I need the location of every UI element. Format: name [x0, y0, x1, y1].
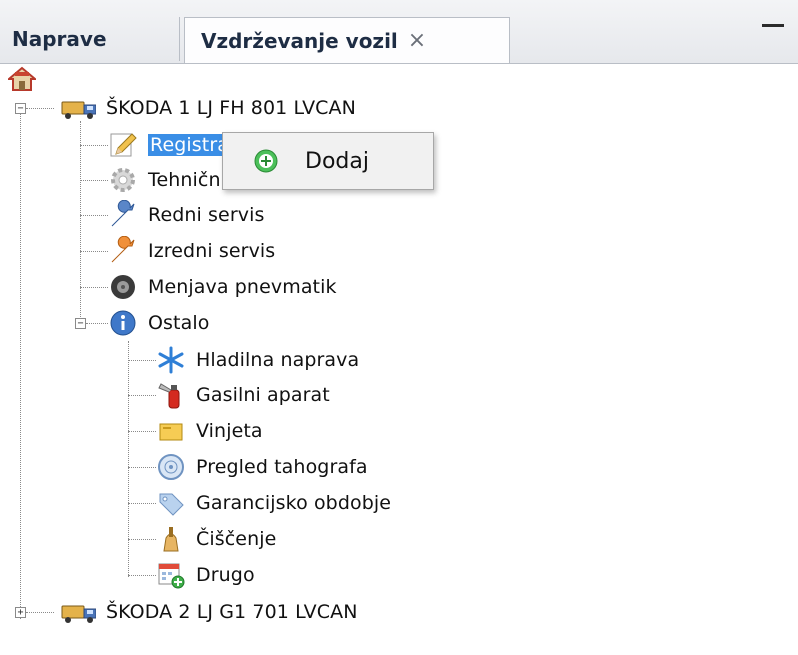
- tree-item-label: Garancijsko obdobje: [196, 492, 392, 514]
- tree-item-label: Hladilna naprava: [196, 349, 360, 371]
- tree-item-izredni-servis[interactable]: Izredni servis: [108, 234, 275, 268]
- tree-line: [26, 108, 54, 109]
- fire-extinguisher-icon: [158, 383, 180, 409]
- pencil-icon: [110, 133, 137, 157]
- tree-item-label: Izredni servis: [148, 240, 276, 262]
- tree-line: [128, 431, 156, 432]
- tree-item-label: Pregled tahografa: [196, 456, 368, 478]
- broom-icon: [163, 527, 179, 552]
- vehicle-label: ŠKODA 2 LJ G1 701 LVCAN: [106, 601, 358, 623]
- tree-line: [80, 287, 108, 288]
- truck-icon: [61, 605, 96, 623]
- wrench-blue-icon: [111, 200, 135, 227]
- tree-item-ostalo[interactable]: Ostalo: [108, 306, 209, 340]
- tree-item-vehicle-1[interactable]: ŠKODA 1 LJ FH 801 LVCAN: [56, 91, 356, 125]
- tab-naprave[interactable]: Naprave: [0, 17, 180, 61]
- tree-item-ciscenje[interactable]: Čiščenje: [156, 522, 276, 556]
- tree-item-vehicle-2[interactable]: ŠKODA 2 LJ G1 701 LVCAN: [56, 595, 358, 629]
- calendar-add-icon: [158, 563, 185, 589]
- minimize-icon: [762, 24, 784, 27]
- context-menu-item-dodaj[interactable]: Dodaj: [223, 133, 433, 189]
- truck-icon: [61, 101, 96, 119]
- tree-item-label: Gasilni aparat: [196, 384, 330, 406]
- tree-item-garancijsko-obdobje[interactable]: Garancijsko obdobje: [156, 486, 391, 520]
- gear-icon: [111, 168, 135, 192]
- tree-line: [128, 341, 129, 577]
- tag-icon: [159, 493, 184, 516]
- tree-item-menjava-pnevmatik[interactable]: Menjava pnevmatik: [108, 270, 337, 304]
- vignette-icon: [159, 423, 183, 441]
- tree-line: [80, 145, 108, 146]
- tree-item-vinjeta[interactable]: Vinjeta: [156, 414, 263, 448]
- tab-vzdrzevanje-vozil[interactable]: Vzdrževanje vozil ×: [184, 17, 510, 63]
- tree-line: [80, 180, 108, 181]
- tire-icon: [111, 275, 135, 299]
- close-icon[interactable]: ×: [408, 28, 426, 53]
- info-icon: [110, 310, 136, 336]
- tab-label: Naprave: [12, 27, 107, 51]
- tab-bar: Naprave Vzdrževanje vozil ×: [0, 0, 798, 64]
- tree-line: [20, 113, 21, 619]
- tree-item-label: Redni servis: [148, 204, 265, 226]
- collapse-toggle[interactable]: −: [15, 103, 26, 114]
- minimize-button[interactable]: [756, 16, 792, 40]
- tree-line: [128, 503, 156, 504]
- tree-item-label: Ostalo: [148, 312, 210, 334]
- tree-item-label: Vinjeta: [196, 420, 263, 442]
- tree-item-drugo[interactable]: Drugo: [156, 558, 255, 592]
- tree-line: [80, 121, 81, 323]
- tab-label: Vzdrževanje vozil: [201, 28, 398, 53]
- home-icon[interactable]: [8, 66, 36, 92]
- tree-line: [80, 251, 108, 252]
- tree-item-gasilni-aparat[interactable]: Gasilni aparat: [156, 378, 330, 412]
- add-icon: [254, 149, 278, 173]
- tree-item-hladilna-naprava[interactable]: Hladilna naprava: [156, 343, 359, 377]
- tree-item-label: Menjava pnevmatik: [148, 276, 337, 298]
- tree-line: [86, 323, 108, 324]
- tree-line: [128, 395, 156, 396]
- tree-item-redni-servis[interactable]: Redni servis: [108, 198, 264, 232]
- vehicle-label: ŠKODA 1 LJ FH 801 LVCAN: [106, 97, 356, 119]
- tree-line: [128, 575, 156, 576]
- snowflake-icon: [158, 346, 184, 374]
- expand-toggle[interactable]: +: [15, 607, 26, 618]
- wrench-orange-icon: [111, 236, 135, 263]
- tree-item-pregled-tahografa[interactable]: Pregled tahografa: [156, 450, 368, 484]
- disc-icon: [158, 454, 184, 480]
- tree-line: [128, 539, 156, 540]
- tree-line: [26, 612, 54, 613]
- tree-item-label: Čiščenje: [196, 528, 277, 550]
- collapse-toggle[interactable]: −: [75, 318, 86, 329]
- tree-line: [128, 467, 156, 468]
- tree-line: [80, 215, 108, 216]
- context-menu-label: Dodaj: [305, 148, 369, 174]
- tree-item-label: Drugo: [196, 564, 255, 586]
- context-menu: Dodaj: [222, 132, 434, 190]
- tree-line: [128, 360, 156, 361]
